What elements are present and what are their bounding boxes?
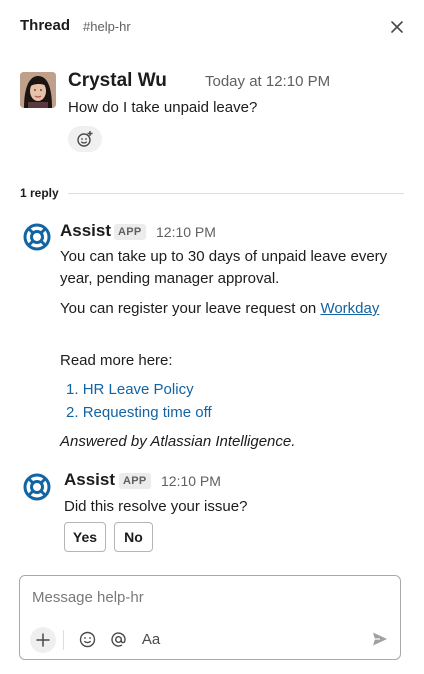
message-timestamp[interactable]: Today at 12:10 PM xyxy=(205,73,330,90)
formatting-button[interactable]: Aa xyxy=(140,629,162,649)
message-input[interactable] xyxy=(32,589,382,606)
add-reaction-button[interactable] xyxy=(68,126,102,152)
close-icon xyxy=(391,21,403,33)
plus-icon xyxy=(36,633,50,647)
yes-button[interactable]: Yes xyxy=(64,522,106,552)
mention-button[interactable] xyxy=(108,629,128,649)
thread-title: Thread xyxy=(20,17,71,34)
hr-leave-policy-link[interactable]: 1. HR Leave Policy xyxy=(66,381,194,398)
ai-attribution: Answered by Atlassian Intelligence. xyxy=(60,433,296,450)
emoji-icon xyxy=(79,631,95,647)
send-button[interactable] xyxy=(369,629,391,649)
reply-count: 1 reply xyxy=(20,186,59,200)
thread-header: Thread #help-hr xyxy=(0,0,424,54)
emoji-button[interactable] xyxy=(77,629,97,649)
channel-name[interactable]: #help-hr xyxy=(83,19,131,34)
bot-question-text: Did this resolve your issue? xyxy=(64,498,248,515)
list-number: 2. xyxy=(66,404,79,421)
bot-author[interactable]: Assist xyxy=(60,221,111,241)
list-link-label: Requesting time off xyxy=(82,404,212,421)
send-icon xyxy=(373,632,387,646)
no-button[interactable]: No xyxy=(114,522,153,552)
requesting-time-off-link[interactable]: 2. Requesting time off xyxy=(66,404,212,421)
message-timestamp[interactable]: 12:10 PM xyxy=(161,473,221,489)
register-prefix: You can register your leave request on xyxy=(60,300,321,317)
message-composer: Aa xyxy=(19,575,401,660)
avatar[interactable] xyxy=(20,72,56,108)
lifebuoy-icon[interactable] xyxy=(23,223,51,251)
read-more-label: Read more here: xyxy=(60,352,173,369)
toolbar-divider xyxy=(63,630,64,650)
message-timestamp[interactable]: 12:10 PM xyxy=(156,224,216,240)
close-button[interactable] xyxy=(385,15,409,39)
lifebuoy-icon[interactable] xyxy=(23,473,51,501)
bot-register-text: You can register your leave request on W… xyxy=(60,298,410,320)
app-badge: APP xyxy=(119,473,151,489)
at-sign-icon xyxy=(110,631,126,647)
attach-button[interactable] xyxy=(30,627,56,653)
user-avatar-image xyxy=(20,72,56,108)
list-number: 1. xyxy=(66,381,79,398)
message-text: How do I take unpaid leave? xyxy=(68,99,258,116)
reply-divider xyxy=(68,193,404,194)
workday-link[interactable]: Workday xyxy=(320,300,379,317)
list-link-label: HR Leave Policy xyxy=(82,381,194,398)
bot-answer-text: You can take up to 30 days of unpaid lea… xyxy=(60,248,388,287)
app-badge: APP xyxy=(114,224,146,240)
message-author[interactable]: Crystal Wu xyxy=(68,70,167,92)
bot-author[interactable]: Assist xyxy=(64,470,115,490)
add-reaction-icon xyxy=(77,131,93,147)
